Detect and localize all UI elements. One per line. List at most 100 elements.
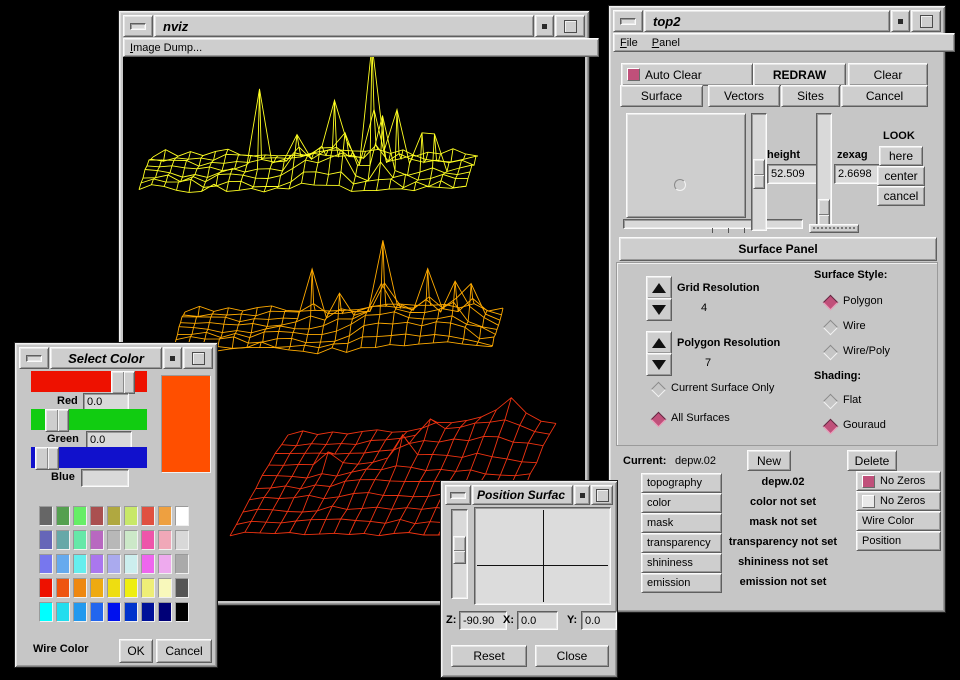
palette-swatch[interactable]: [56, 602, 70, 622]
shading-gouraud-label[interactable]: Gouraud: [843, 419, 886, 431]
palette-swatch[interactable]: [90, 554, 104, 574]
blue-value[interactable]: [81, 469, 129, 487]
twist-slider[interactable]: [623, 219, 803, 229]
palette-swatch[interactable]: [175, 578, 189, 598]
palette-swatch[interactable]: [158, 602, 172, 622]
palette-swatch[interactable]: [90, 506, 104, 526]
surface-button[interactable]: Surface: [620, 85, 703, 107]
no-zeros-2-checkbox[interactable]: [862, 495, 875, 508]
maximize-button[interactable]: [183, 347, 213, 369]
palette-swatch[interactable]: [107, 506, 121, 526]
vectors-button[interactable]: Vectors: [708, 85, 780, 107]
cancel-button[interactable]: Cancel: [156, 639, 212, 663]
maximize-button[interactable]: [911, 10, 941, 32]
palette-swatch[interactable]: [73, 506, 87, 526]
nviz-titlebar[interactable]: nviz: [123, 15, 585, 37]
zexag-slider[interactable]: [816, 113, 832, 231]
palette-swatch[interactable]: [158, 578, 172, 598]
style-wire-label[interactable]: Wire: [843, 320, 866, 332]
current-surface-only-label[interactable]: Current Surface Only: [671, 382, 774, 394]
xy-position-pad[interactable]: [474, 507, 611, 605]
no-zeros-2-button[interactable]: No Zeros: [856, 491, 941, 511]
palette-swatch[interactable]: [124, 530, 138, 550]
palette-swatch[interactable]: [39, 602, 53, 622]
palette-swatch[interactable]: [73, 602, 87, 622]
red-slider[interactable]: [31, 371, 147, 392]
palette-swatch[interactable]: [73, 578, 87, 598]
y-field-value[interactable]: 0.0: [581, 611, 617, 630]
iconify-button[interactable]: [574, 485, 590, 505]
window-menu-button[interactable]: [613, 10, 643, 32]
palette-swatch[interactable]: [141, 506, 155, 526]
palette-swatch[interactable]: [107, 530, 121, 550]
blue-slider[interactable]: [31, 447, 147, 468]
palette-swatch[interactable]: [175, 554, 189, 574]
iconify-button[interactable]: [535, 15, 554, 37]
no-zeros-1-button[interactable]: No Zeros: [856, 471, 941, 491]
palette-swatch[interactable]: [141, 554, 155, 574]
look-cancel-button[interactable]: cancel: [877, 186, 925, 206]
wire-color-button[interactable]: Wire Color: [856, 511, 941, 531]
window-menu-button[interactable]: [123, 15, 153, 37]
view-direction-pad[interactable]: [626, 113, 746, 218]
grid-resolution-down-button[interactable]: [646, 298, 672, 321]
all-surfaces-label[interactable]: All Surfaces: [671, 412, 730, 424]
palette-swatch[interactable]: [73, 530, 87, 550]
style-polygon-label[interactable]: Polygon: [843, 295, 883, 307]
look-here-button[interactable]: here: [879, 146, 923, 166]
z-slider[interactable]: [451, 509, 468, 599]
sites-button[interactable]: Sites: [781, 85, 840, 107]
auto-clear-checkbox[interactable]: [627, 68, 640, 81]
menu-image-dump[interactable]: Image Dump...: [130, 42, 202, 54]
cancel-button[interactable]: Cancel: [841, 85, 928, 107]
maximize-button[interactable]: [591, 485, 613, 505]
palette-swatch[interactable]: [56, 578, 70, 598]
palette-swatch[interactable]: [158, 554, 172, 574]
palette-swatch[interactable]: [90, 578, 104, 598]
palette-swatch[interactable]: [175, 602, 189, 622]
green-slider[interactable]: [31, 409, 147, 430]
palette-swatch[interactable]: [124, 578, 138, 598]
reset-button[interactable]: Reset: [451, 645, 527, 667]
new-surface-button[interactable]: New: [747, 450, 791, 471]
window-menu-button[interactable]: [19, 347, 49, 369]
palette-swatch[interactable]: [39, 506, 53, 526]
position-surface-titlebar[interactable]: Position Surfac: [445, 485, 613, 505]
palette-swatch[interactable]: [124, 506, 138, 526]
palette-swatch[interactable]: [73, 554, 87, 574]
palette-swatch[interactable]: [141, 602, 155, 622]
grid-resolution-up-button[interactable]: [646, 276, 672, 299]
palette-swatch[interactable]: [175, 506, 189, 526]
height-value[interactable]: 52.509: [767, 164, 818, 184]
polygon-resolution-down-button[interactable]: [646, 353, 672, 376]
maximize-button[interactable]: [555, 15, 585, 37]
palette-swatch[interactable]: [39, 554, 53, 574]
palette-swatch[interactable]: [90, 602, 104, 622]
look-center-button[interactable]: center: [877, 166, 925, 186]
style-wirepoly-label[interactable]: Wire/Poly: [843, 345, 890, 357]
window-menu-button[interactable]: [445, 485, 471, 505]
palette-swatch[interactable]: [90, 530, 104, 550]
delete-surface-button[interactable]: Delete: [847, 450, 897, 471]
no-zeros-1-checkbox[interactable]: [862, 475, 875, 488]
palette-swatch[interactable]: [141, 578, 155, 598]
shading-flat-label[interactable]: Flat: [843, 394, 861, 406]
redraw-button[interactable]: REDRAW: [753, 63, 846, 86]
height-slider[interactable]: [751, 113, 767, 231]
palette-swatch[interactable]: [39, 530, 53, 550]
palette-swatch[interactable]: [107, 602, 121, 622]
palette-swatch[interactable]: [175, 530, 189, 550]
palette-swatch[interactable]: [124, 554, 138, 574]
palette-swatch[interactable]: [39, 578, 53, 598]
iconify-button[interactable]: [163, 347, 182, 369]
polygon-resolution-up-button[interactable]: [646, 331, 672, 354]
x-field-value[interactable]: 0.0: [517, 611, 558, 630]
menu-panel[interactable]: Panel: [652, 37, 680, 49]
palette-swatch[interactable]: [107, 554, 121, 574]
palette-swatch[interactable]: [158, 530, 172, 550]
z-field-value[interactable]: -90.90: [459, 611, 507, 630]
ok-button[interactable]: OK: [119, 639, 153, 663]
palette-swatch[interactable]: [141, 530, 155, 550]
palette-swatch[interactable]: [124, 602, 138, 622]
palette-swatch[interactable]: [107, 578, 121, 598]
